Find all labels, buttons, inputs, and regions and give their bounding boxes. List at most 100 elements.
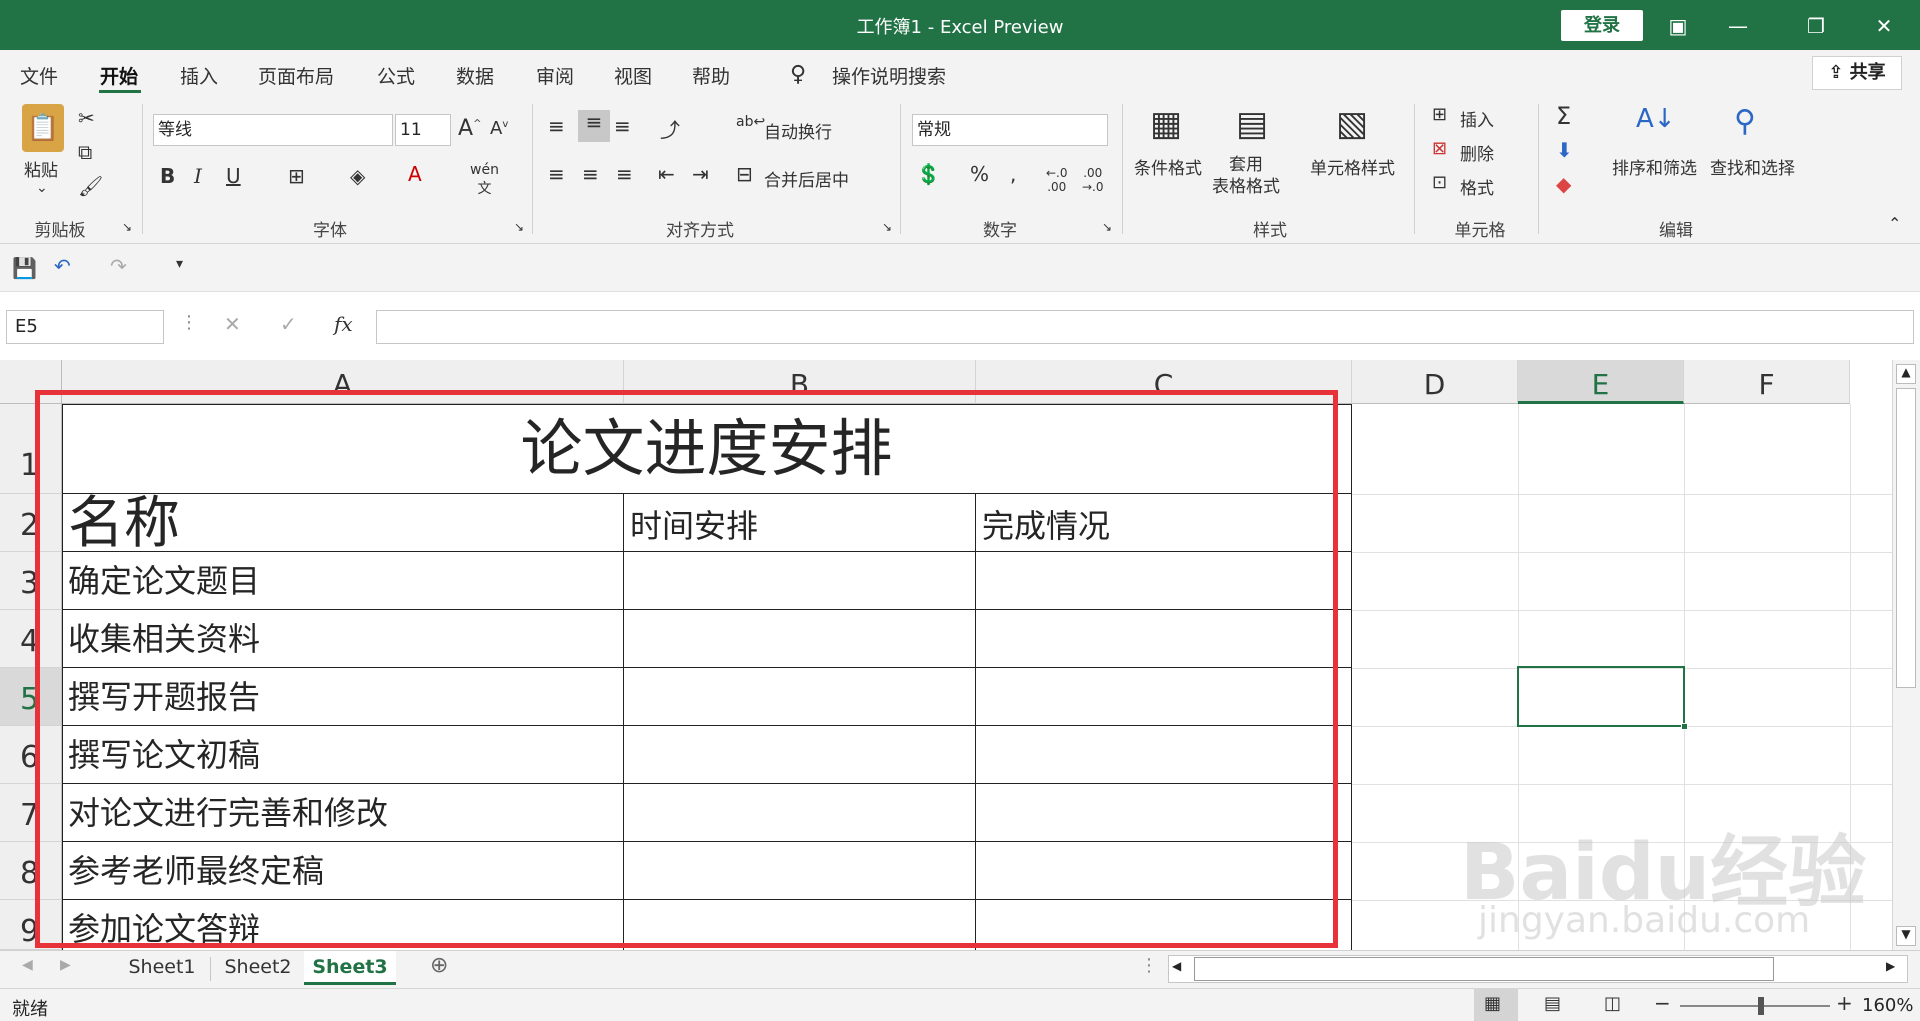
restore-icon[interactable]: ❐ <box>1802 12 1830 40</box>
sheet-tab-3[interactable]: Sheet3 <box>304 951 396 985</box>
wrap-text-label[interactable]: 自动换行 <box>764 118 832 143</box>
merge-center-label[interactable]: 合并后居中 <box>764 166 849 191</box>
zoom-in-icon[interactable]: + <box>1836 991 1853 1015</box>
customize-qat-icon[interactable]: ▾ <box>176 256 183 272</box>
fill-icon[interactable]: ⬇ <box>1556 138 1573 162</box>
sort-filter-label[interactable]: 排序和筛选 <box>1612 154 1697 179</box>
tab-data[interactable]: 数据 <box>456 62 494 89</box>
tab-formulas[interactable]: 公式 <box>377 62 415 89</box>
prev-sheet-icon[interactable]: ◀ <box>22 957 33 973</box>
clear-icon[interactable]: ◆ <box>1556 172 1571 196</box>
enter-icon[interactable]: ✓ <box>280 312 297 336</box>
phonetic-icon[interactable]: wén 文 <box>470 162 499 198</box>
percent-icon[interactable]: % <box>970 162 989 186</box>
find-select-label[interactable]: 查找和选择 <box>1710 154 1795 179</box>
fill-handle[interactable] <box>1681 723 1688 730</box>
insert-function-icon[interactable]: fx <box>334 312 353 336</box>
format-as-table-icon[interactable]: ▤ <box>1236 104 1268 144</box>
tab-view[interactable]: 视图 <box>614 62 652 89</box>
dialog-launcher-icon[interactable]: ↘ <box>122 220 132 234</box>
align-middle-icon[interactable]: ≡ <box>578 110 610 142</box>
cut-icon[interactable]: ✂ <box>78 106 95 130</box>
number-format-select[interactable]: 常规 <box>912 114 1108 146</box>
name-box[interactable]: E5 <box>6 310 164 344</box>
conditional-format-icon[interactable]: ▦ <box>1150 104 1182 144</box>
find-select-icon[interactable]: ⚲ <box>1734 104 1756 139</box>
sheet-tab-1[interactable]: Sheet1 <box>116 951 208 985</box>
font-size-select[interactable]: 11 <box>395 114 451 146</box>
column-header-f[interactable]: F <box>1684 360 1850 404</box>
merge-icon[interactable]: ⊟ <box>736 162 753 186</box>
redo-icon[interactable]: ↷ <box>110 254 127 278</box>
currency-icon[interactable]: 💲 <box>916 162 941 186</box>
autosum-icon[interactable]: Σ <box>1556 102 1571 130</box>
add-sheet-icon[interactable]: ⊕ <box>430 953 448 978</box>
borders-icon[interactable]: ⊞ <box>288 164 305 188</box>
dialog-launcher-icon[interactable]: ↘ <box>514 220 524 234</box>
increase-indent-icon[interactable]: ⇥ <box>692 162 709 186</box>
delete-cells-icon[interactable]: ⊠ <box>1432 138 1447 159</box>
ribbon-display-icon[interactable]: ▣ <box>1664 12 1692 40</box>
share-button[interactable]: ⇪ 共享 <box>1812 56 1902 90</box>
paste-label[interactable]: 粘贴 <box>24 156 58 181</box>
copy-icon[interactable]: ⧉ <box>78 140 92 164</box>
chevron-down-icon[interactable]: ⌄ <box>36 180 48 196</box>
italic-icon[interactable]: I <box>194 164 202 188</box>
decrease-decimal-icon[interactable]: .00 →.0 <box>1082 166 1104 194</box>
column-header-d[interactable]: D <box>1352 360 1518 404</box>
zoom-slider[interactable] <box>1680 1005 1830 1007</box>
tab-help[interactable]: 帮助 <box>692 62 730 89</box>
sort-filter-icon[interactable]: A↓ <box>1636 104 1676 134</box>
increase-font-icon[interactable]: A^ <box>458 116 481 141</box>
decrease-font-icon[interactable]: Av <box>490 118 508 139</box>
tab-insert[interactable]: 插入 <box>180 62 218 89</box>
comma-icon[interactable]: , <box>1010 162 1016 186</box>
scroll-up-icon[interactable]: ▲ <box>1896 364 1916 384</box>
active-cell-e5[interactable] <box>1517 666 1685 727</box>
sheet-tab-2[interactable]: Sheet2 <box>212 951 304 985</box>
cell-styles-label[interactable]: 单元格样式 <box>1310 154 1395 179</box>
orientation-icon[interactable]: ⤴ <box>660 114 680 143</box>
tab-home[interactable]: 开始 <box>100 62 138 89</box>
login-button[interactable]: 登录 <box>1561 10 1643 41</box>
font-color-icon[interactable]: A <box>408 162 422 186</box>
format-as-table-label[interactable]: 套用 表格格式 <box>1212 154 1280 198</box>
format-cells-icon[interactable]: ⊡ <box>1432 172 1447 193</box>
insert-cells-label[interactable]: 插入 <box>1460 106 1494 131</box>
wrap-text-icon[interactable]: ab↩ <box>736 114 765 130</box>
align-left-icon[interactable]: ≡ <box>548 162 565 186</box>
page-layout-view-icon[interactable]: ▤ <box>1544 993 1561 1014</box>
increase-decimal-icon[interactable]: ←.0.00 <box>1046 166 1068 194</box>
zoom-level[interactable]: 160% <box>1862 995 1913 1016</box>
delete-cells-label[interactable]: 删除 <box>1460 140 1494 165</box>
tab-review[interactable]: 审阅 <box>536 62 574 89</box>
zoom-slider-thumb[interactable] <box>1758 997 1764 1015</box>
scroll-right-icon[interactable]: ▶ <box>1886 959 1902 973</box>
tab-page-layout[interactable]: 页面布局 <box>258 62 334 89</box>
align-bottom-icon[interactable]: ≡ <box>614 114 631 138</box>
tell-me-search[interactable]: 操作说明搜索 <box>832 62 946 89</box>
minimize-icon[interactable]: — <box>1724 12 1752 40</box>
collapse-ribbon-icon[interactable]: ⌃ <box>1888 214 1901 233</box>
vertical-scroll-thumb[interactable] <box>1896 388 1916 688</box>
cell-styles-icon[interactable]: ▧ <box>1336 104 1368 144</box>
format-painter-icon[interactable]: 🖌 <box>78 174 103 198</box>
zoom-out-icon[interactable]: − <box>1654 991 1671 1015</box>
align-right-icon[interactable]: ≡ <box>616 162 633 186</box>
align-top-icon[interactable]: ≡ <box>548 114 565 138</box>
close-icon[interactable]: ✕ <box>1870 12 1898 40</box>
paste-icon[interactable]: 📋 <box>22 104 64 152</box>
normal-view-icon[interactable]: ▦ <box>1484 993 1501 1014</box>
page-break-view-icon[interactable]: ◫ <box>1604 993 1621 1014</box>
cancel-icon[interactable]: ✕ <box>224 312 241 336</box>
insert-cells-icon[interactable]: ⊞ <box>1432 104 1447 125</box>
column-header-e[interactable]: E <box>1518 360 1684 404</box>
align-center-icon[interactable]: ≡ <box>582 162 599 186</box>
conditional-format-label[interactable]: 条件格式 <box>1134 154 1202 179</box>
format-cells-label[interactable]: 格式 <box>1460 174 1494 199</box>
dialog-launcher-icon[interactable]: ↘ <box>882 220 892 234</box>
bold-icon[interactable]: B <box>160 164 175 188</box>
save-icon[interactable]: 💾 <box>12 256 37 280</box>
fill-color-icon[interactable]: ◈ <box>350 164 365 188</box>
underline-icon[interactable]: U <box>226 164 241 188</box>
